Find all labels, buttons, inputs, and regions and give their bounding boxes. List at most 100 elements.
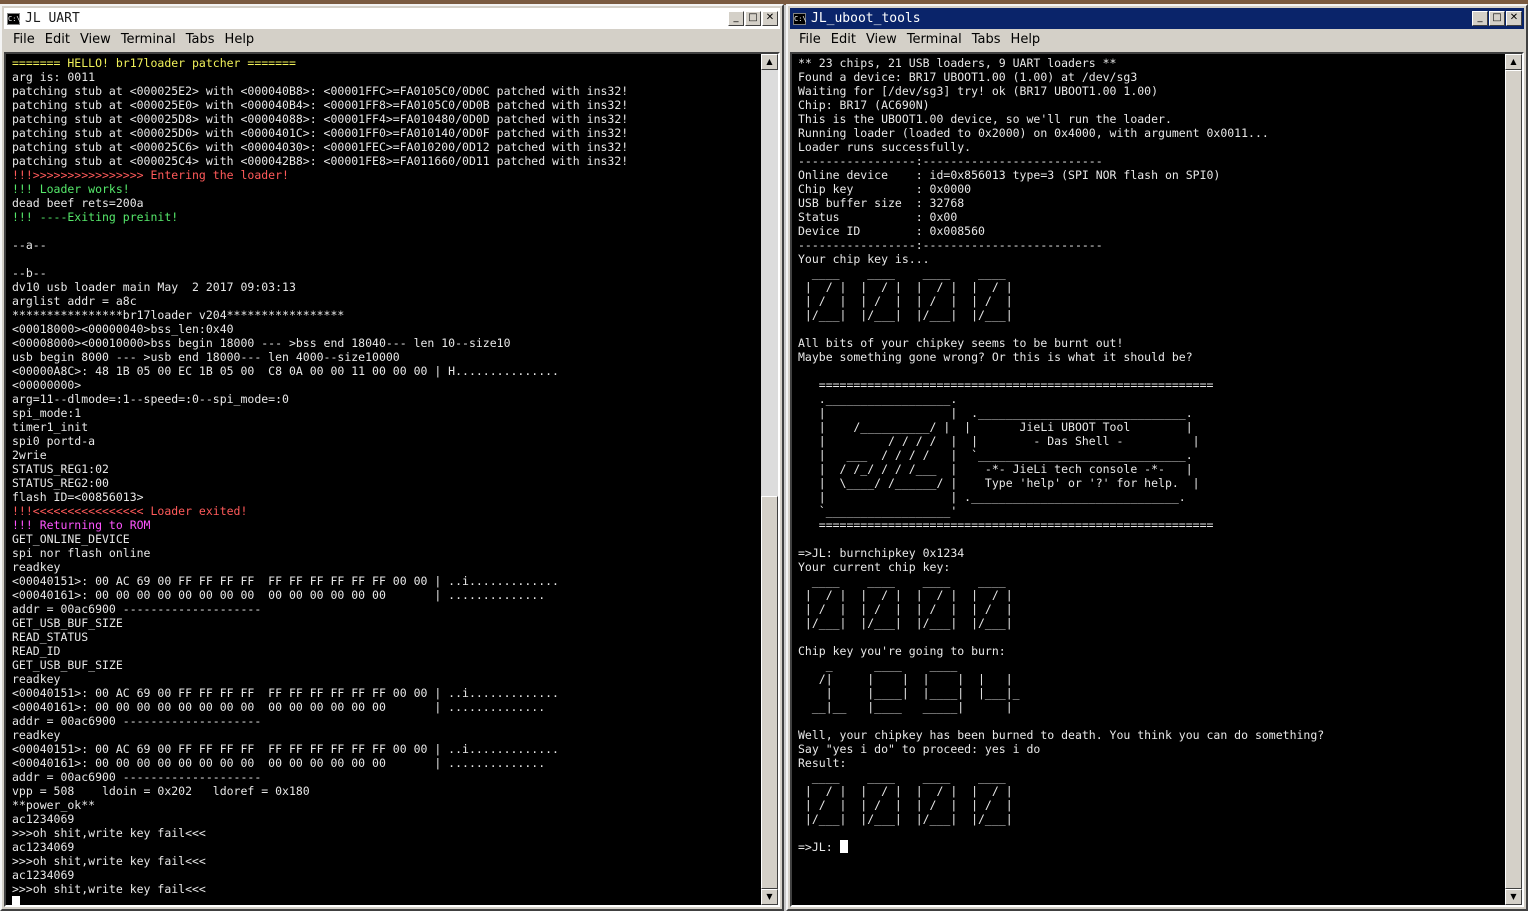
terminal-line: Loader runs successfully. bbox=[798, 140, 972, 154]
terminal-line: ========================================… bbox=[798, 378, 1214, 392]
scroll-down-arrow-icon[interactable]: ▼ bbox=[1505, 889, 1522, 905]
terminal-line: 2wrie bbox=[12, 448, 47, 462]
terminal-line: readkey bbox=[12, 560, 61, 574]
terminal-line: |/___| |/___| |/___| |/___| bbox=[798, 812, 1013, 826]
titlebar[interactable]: C:\ JL_uboot_tools _ □ ✕ bbox=[790, 8, 1524, 29]
menu-terminal[interactable]: Terminal bbox=[116, 32, 181, 47]
maximize-button[interactable]: □ bbox=[1489, 11, 1505, 26]
menu-view[interactable]: View bbox=[75, 32, 116, 47]
terminal-line: !!! Returning to ROM bbox=[12, 518, 151, 532]
terminal-line: READ_ID bbox=[12, 644, 61, 658]
terminal-line: patching stub at <000025C4> with <000042… bbox=[12, 154, 629, 168]
terminal-line: spi_mode:1 bbox=[12, 406, 82, 420]
menu-file[interactable]: File bbox=[8, 32, 40, 47]
scroll-down-arrow-icon[interactable]: ▼ bbox=[761, 889, 778, 905]
terminal-area[interactable]: ** 23 chips, 21 USB loaders, 9 UART load… bbox=[790, 52, 1524, 907]
minimize-button[interactable]: _ bbox=[1472, 11, 1488, 26]
terminal-line: | /__________/ | | JieLi UBOOT Tool | bbox=[798, 420, 1193, 434]
terminal-line: STATUS_REG1:02 bbox=[12, 462, 109, 476]
terminal-area[interactable]: ======= HELLO! br17loader patcher ======… bbox=[4, 52, 780, 907]
terminal-line: patching stub at <000025D8> with <000040… bbox=[12, 112, 629, 126]
terminal-line: readkey bbox=[12, 672, 61, 686]
terminal-line: !!! ----Exiting preinit! bbox=[12, 210, 179, 224]
terminal-output: ** 23 chips, 21 USB loaders, 9 UART load… bbox=[798, 56, 1502, 854]
terminal-line: Result: bbox=[798, 756, 847, 770]
prompt-text: =>JL: bbox=[798, 840, 840, 854]
terminal-line: | | .______________________________. bbox=[798, 490, 1186, 504]
terminal-line: | / | | / | | / | | / | bbox=[798, 280, 1013, 294]
terminal-line: | ___ / / / / | `_______________________… bbox=[798, 448, 1193, 462]
text-cursor bbox=[839, 840, 848, 853]
terminal-line: addr = 00ac6900 -------------------- bbox=[12, 602, 262, 616]
terminal-line: addr = 00ac6900 -------------------- bbox=[12, 770, 262, 784]
terminal-line: !!! Loader works! bbox=[12, 182, 130, 196]
terminal-line: | / | | / | | / | | / | bbox=[798, 798, 1013, 812]
terminal-line: spi nor flash online bbox=[12, 546, 151, 560]
terminal-line: All bits of your chipkey seems to be bur… bbox=[798, 336, 1124, 350]
terminal-line: ____ ____ ____ ____ bbox=[798, 574, 1006, 588]
terminal-line: timer1_init bbox=[12, 420, 89, 434]
menu-edit[interactable]: Edit bbox=[40, 32, 75, 47]
terminal-line: ac1234069 bbox=[12, 840, 75, 854]
minimize-button[interactable]: _ bbox=[728, 11, 744, 26]
terminal-line: USB buffer size : 32768 bbox=[798, 196, 965, 210]
menu-tabs[interactable]: Tabs bbox=[967, 32, 1006, 47]
terminal-line: | \____/ /______/ | Type 'help' or '?' f… bbox=[798, 476, 1200, 490]
terminal-line: patching stub at <000025D0> with <000040… bbox=[12, 126, 629, 140]
terminal-line: Say "yes i do" to proceed: yes i do bbox=[798, 742, 1041, 756]
scrollbar[interactable]: ▲ ▼ bbox=[1505, 54, 1522, 905]
terminal-line: |/___| |/___| |/___| |/___| bbox=[798, 308, 1013, 322]
menu-edit[interactable]: Edit bbox=[826, 32, 861, 47]
terminal-line: =>JL: burnchipkey 0x1234 bbox=[798, 546, 965, 560]
terminal-line: <00018000><00000040>bss_len:0x40 bbox=[12, 322, 234, 336]
close-button[interactable]: ✕ bbox=[1506, 11, 1522, 26]
terminal-line: <00000000> bbox=[12, 378, 82, 392]
terminal-line: | / /_/ / / /___ | -*- JieLi tech consol… bbox=[798, 462, 1193, 476]
terminal-line: | / | | / | | / | | / | bbox=[798, 784, 1013, 798]
terminal-line: ____ ____ ____ ____ bbox=[798, 266, 1006, 280]
terminal-line: ****************br17loader v204*********… bbox=[12, 308, 345, 322]
titlebar[interactable]: C:\ JL UART _ □ ✕ bbox=[4, 8, 780, 29]
terminal-line: ac1234069 bbox=[12, 812, 75, 826]
text-cursor bbox=[12, 896, 20, 905]
terminal-line: `__________________' bbox=[798, 504, 958, 518]
menu-help[interactable]: Help bbox=[1006, 32, 1046, 47]
terminal-line: Your current chip key: bbox=[798, 560, 951, 574]
scrollbar-thumb[interactable] bbox=[1505, 70, 1522, 889]
terminal-line: | | .______________________________. bbox=[798, 406, 1193, 420]
terminal-line: | / | | / | | / | | / | bbox=[798, 602, 1013, 616]
scroll-up-arrow-icon[interactable]: ▲ bbox=[761, 54, 778, 70]
scrollbar[interactable]: ▲ ▼ bbox=[761, 54, 778, 905]
terminal-line: <00040151>: 00 AC 69 00 FF FF FF FF FF F… bbox=[12, 574, 559, 588]
terminal-line: Maybe something gone wrong? Or this is w… bbox=[798, 350, 1193, 364]
menu-terminal[interactable]: Terminal bbox=[902, 32, 967, 47]
window-title: JL_uboot_tools bbox=[811, 11, 921, 26]
window-jl-uboot-tools[interactable]: C:\ JL_uboot_tools _ □ ✕ File Edit View … bbox=[786, 4, 1528, 911]
terminal-line: Online device : id=0x856013 type=3 (SPI … bbox=[798, 168, 1221, 182]
window-jl-uart[interactable]: C:\ JL UART _ □ ✕ File Edit View Termina… bbox=[0, 4, 784, 911]
terminal-line: .__________________. bbox=[798, 392, 958, 406]
menu-tabs[interactable]: Tabs bbox=[181, 32, 220, 47]
terminal-line: Chip: BR17 (AC690N) bbox=[798, 98, 930, 112]
terminal-line: Device ID : 0x008560 bbox=[798, 224, 985, 238]
terminal-line: !!!<<<<<<<<<<<<<<<< Loader exited! bbox=[12, 504, 248, 518]
close-button[interactable]: ✕ bbox=[762, 11, 778, 26]
terminal-line: This is the UBOOT1.00 device, so we'll r… bbox=[798, 112, 1172, 126]
menu-help[interactable]: Help bbox=[220, 32, 260, 47]
menu-file[interactable]: File bbox=[794, 32, 826, 47]
terminal-cursor-line bbox=[12, 896, 758, 905]
prompt-line[interactable]: =>JL: bbox=[798, 840, 1502, 854]
scrollbar-thumb[interactable] bbox=[761, 496, 778, 889]
maximize-button[interactable]: □ bbox=[745, 11, 761, 26]
terminal-line: patching stub at <000025E0> with <000040… bbox=[12, 98, 629, 112]
terminal-line: Well, your chipkey has been burned to de… bbox=[798, 728, 1325, 742]
scroll-up-arrow-icon[interactable]: ▲ bbox=[1505, 54, 1522, 70]
terminal-line: --b-- bbox=[12, 266, 47, 280]
terminal-line: flash ID=<00856013> bbox=[12, 490, 144, 504]
terminal-line: --a-- bbox=[12, 238, 47, 252]
menu-view[interactable]: View bbox=[861, 32, 902, 47]
